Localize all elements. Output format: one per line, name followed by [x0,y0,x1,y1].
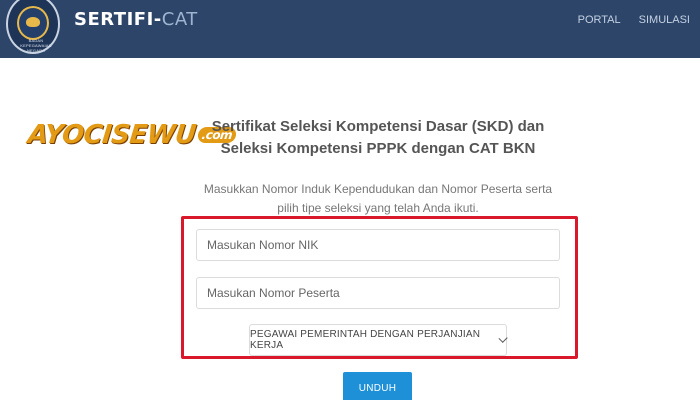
selection-type-dropdown[interactable]: PEGAWAI PEMERINTAH DENGAN PERJANJIAN KER… [249,324,508,356]
unduh-button[interactable]: UNDUH [343,372,412,400]
page: BADAN KEPEGAWAIAN NEGARA SERTIFI-CAT POR… [0,0,700,400]
selection-type-value: PEGAWAI PEMERINTAH DENGAN PERJANJIAN KER… [250,329,481,351]
nomor-peserta-input[interactable] [196,277,560,309]
brand-title[interactable]: SERTIFI-CAT [74,9,198,30]
garuda-emblem-icon [17,6,49,40]
chevron-down-icon [497,333,508,343]
top-navbar: BADAN KEPEGAWAIAN NEGARA SERTIFI-CAT POR… [0,0,700,58]
nav-links: PORTAL SIMULASI [578,14,690,26]
nav-link-portal[interactable]: PORTAL [578,14,621,26]
watermark-text: AYOCISEWU [26,120,198,150]
nik-input[interactable] [196,229,560,261]
brand-main: SERTIFI- [74,9,162,30]
page-title: Sertifikat Seleksi Kompetensi Dasar (SKD… [211,118,545,157]
nav-link-simulasi[interactable]: SIMULASI [639,14,690,26]
seal-text: BADAN KEPEGAWAIAN NEGARA [20,38,52,53]
page-description: Masukkan Nomor Induk Kependudukan dan No… [203,182,553,215]
brand-accent: CAT [161,9,198,30]
bkn-seal-logo[interactable]: BADAN KEPEGAWAIAN NEGARA [6,0,60,54]
